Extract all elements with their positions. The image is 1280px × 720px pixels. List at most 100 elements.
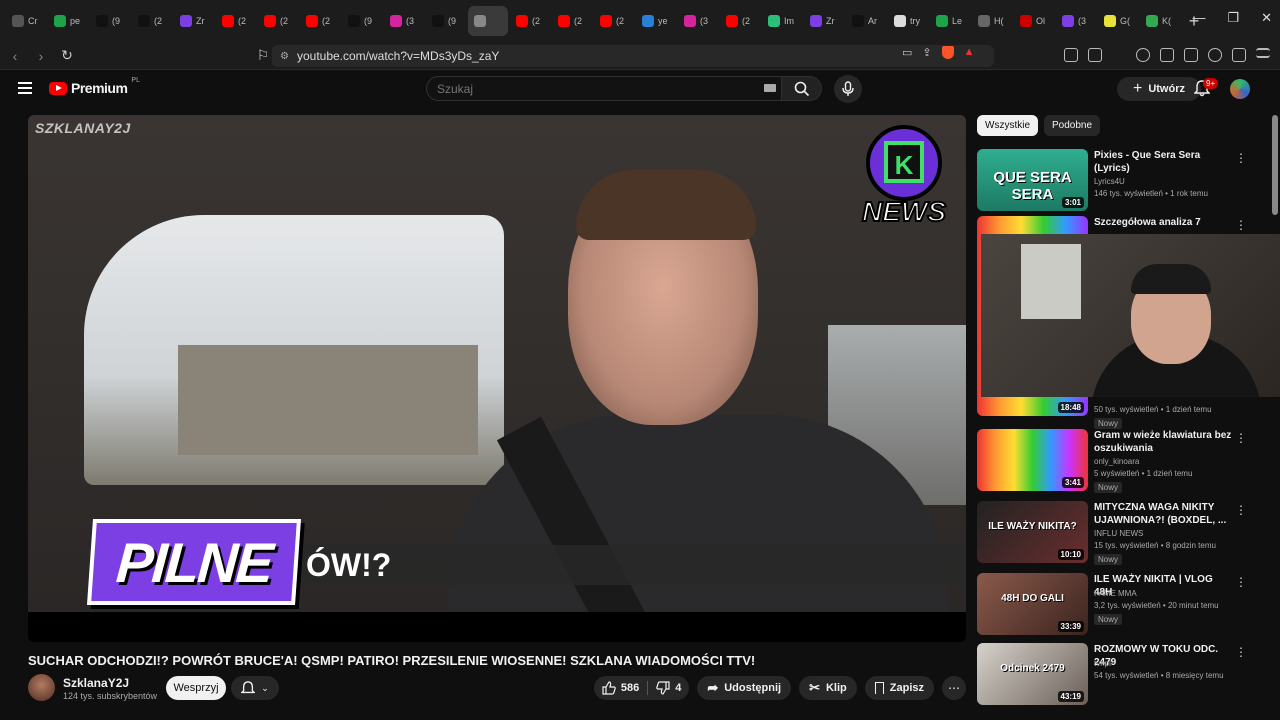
forward-button[interactable]: › bbox=[30, 48, 52, 64]
recommendation-item[interactable]: 48H DO GALI 33:39 ILE WAŻY NIKITA | VLOG 4… bbox=[977, 573, 1269, 637]
sidebar-icon[interactable] bbox=[1160, 48, 1174, 62]
maximize-button[interactable]: ❐ bbox=[1227, 10, 1239, 26]
leo-icon[interactable] bbox=[1208, 48, 1222, 62]
browser-tab[interactable]: (3 bbox=[678, 6, 718, 36]
browser-tab[interactable]: G( bbox=[1098, 6, 1138, 36]
search-input[interactable] bbox=[426, 76, 782, 101]
back-button[interactable]: ‹ bbox=[4, 48, 26, 64]
recommendation-channel[interactable]: tvnpl bbox=[1094, 658, 1111, 670]
video-player[interactable]: SZKLANAY2J K NEWS ÓW!? PILNE bbox=[28, 115, 966, 642]
site-info-icon[interactable]: ⚙ bbox=[280, 51, 289, 62]
menu-icon[interactable] bbox=[18, 82, 32, 97]
more-options-icon[interactable]: ⋮ bbox=[1235, 575, 1247, 589]
rewards-icon[interactable]: ▲ bbox=[964, 46, 975, 59]
browser-tab[interactable]: (9 bbox=[90, 6, 130, 36]
share-button[interactable]: ➦ Udostępnij bbox=[697, 676, 792, 700]
browser-tab[interactable]: (2 bbox=[720, 6, 760, 36]
wallet-icon[interactable] bbox=[1184, 48, 1198, 62]
recommendation-item[interactable]: Odcinek 2479 43:19 ROZMOWY W TOKU ODC. 247… bbox=[977, 643, 1269, 707]
browser-tab[interactable] bbox=[468, 6, 508, 36]
extension-icon[interactable] bbox=[1088, 48, 1102, 62]
sidebar-scrollbar[interactable] bbox=[1272, 115, 1278, 215]
browser-tab[interactable]: Im bbox=[762, 6, 802, 36]
browser-tab[interactable]: (9 bbox=[342, 6, 382, 36]
video-thumbnail[interactable]: Odcinek 2479 43:19 bbox=[977, 643, 1088, 705]
recommendation-channel[interactable]: INFLU NEWS bbox=[1094, 528, 1143, 540]
extension-icon[interactable] bbox=[1064, 48, 1078, 62]
svg-text:NEWS: NEWS bbox=[862, 196, 946, 227]
screenshot-icon[interactable]: ▭ bbox=[902, 46, 912, 59]
like-button[interactable]: 586 bbox=[594, 676, 647, 700]
more-options-icon[interactable]: ⋮ bbox=[1235, 151, 1247, 165]
recommendation-title[interactable]: Szczegółowa analiza 7 bbox=[1094, 216, 1232, 229]
browser-tab[interactable]: Cr bbox=[6, 6, 46, 36]
browser-tab[interactable]: (9 bbox=[426, 6, 466, 36]
address-field[interactable]: ⚙ youtube.com/watch?v=MDs3yDs_zaY bbox=[272, 45, 994, 67]
browser-tab[interactable]: (3 bbox=[1056, 6, 1096, 36]
more-actions-button[interactable]: ⋯ bbox=[942, 676, 966, 700]
browser-tab[interactable]: (2 bbox=[552, 6, 592, 36]
recommendation-item[interactable]: ILE WAŻY NIKITA? 10:10 MITYCZNA WAGA NIKIT… bbox=[977, 501, 1269, 565]
search-button[interactable] bbox=[782, 76, 822, 101]
close-window-button[interactable]: ✕ bbox=[1261, 10, 1272, 26]
browser-tab[interactable]: (2 bbox=[216, 6, 256, 36]
browser-tab[interactable]: Zr bbox=[804, 6, 844, 36]
chip-podobne[interactable]: Podobne bbox=[1044, 115, 1101, 136]
pilne-banner: PILNE bbox=[86, 519, 302, 605]
menu-icon[interactable] bbox=[1256, 48, 1270, 58]
youtube-logo[interactable]: Premium PL bbox=[49, 77, 140, 96]
channel-avatar[interactable] bbox=[28, 674, 55, 701]
browser-tab[interactable]: (2 bbox=[300, 6, 340, 36]
recommendation-item[interactable]: QUE SERA SERA 3:01 Pixies - Que Sera Sera … bbox=[977, 149, 1269, 213]
save-button[interactable]: Zapisz bbox=[864, 676, 934, 700]
browser-tab[interactable]: K( bbox=[1140, 6, 1180, 36]
tab-favicon-icon bbox=[936, 15, 948, 27]
browser-tab[interactable]: Ol bbox=[1014, 6, 1054, 36]
browser-tab[interactable]: pe bbox=[48, 6, 88, 36]
browser-tab[interactable]: (2 bbox=[132, 6, 172, 36]
browser-tab[interactable]: Le bbox=[930, 6, 970, 36]
clip-button[interactable]: ✂ Klip bbox=[799, 676, 857, 700]
chip-wszystkie[interactable]: Wszystkie bbox=[977, 115, 1038, 136]
voice-search-button[interactable] bbox=[834, 75, 862, 103]
support-button[interactable]: Wesprzyj bbox=[166, 676, 226, 700]
browser-tab[interactable]: (2 bbox=[510, 6, 550, 36]
vpn-icon[interactable] bbox=[1232, 48, 1246, 62]
bookmark-icon[interactable]: ⚐ bbox=[252, 47, 274, 64]
keyboard-icon[interactable] bbox=[764, 84, 776, 92]
video-thumbnail[interactable]: 3:41 bbox=[977, 429, 1088, 491]
more-options-icon[interactable]: ⋮ bbox=[1235, 503, 1247, 517]
subscription-bell-button[interactable]: ⌄ bbox=[231, 676, 279, 700]
browser-tab[interactable]: Ar bbox=[846, 6, 886, 36]
more-options-icon[interactable]: ⋮ bbox=[1235, 645, 1247, 659]
reload-button[interactable]: ↻ bbox=[56, 47, 78, 64]
music-icon[interactable] bbox=[1136, 48, 1150, 62]
browser-tab[interactable]: ye bbox=[636, 6, 676, 36]
more-options-icon[interactable]: ⋮ bbox=[1235, 431, 1247, 445]
browser-tab[interactable]: (2 bbox=[258, 6, 298, 36]
recommendation-title[interactable]: Gram w wieże klawiatura bez oszukiwania bbox=[1094, 429, 1232, 455]
recommendation-channel[interactable]: only_kinoara bbox=[1094, 456, 1139, 468]
browser-tab[interactable]: try bbox=[888, 6, 928, 36]
create-button[interactable]: + Utwórz bbox=[1117, 77, 1201, 101]
browser-tab[interactable]: Zr bbox=[174, 6, 214, 36]
account-avatar[interactable] bbox=[1230, 79, 1250, 99]
browser-tab[interactable]: H( bbox=[972, 6, 1012, 36]
recommendation-item[interactable]: 3:41 Gram w wieże klawiatura bez oszukiwa… bbox=[977, 429, 1269, 493]
video-thumbnail[interactable]: ILE WAŻY NIKITA? 10:10 bbox=[977, 501, 1088, 563]
recommendation-title[interactable]: ROZMOWY W TOKU ODC. 2479 bbox=[1094, 643, 1232, 669]
recommendation-channel[interactable]: Lyrics4U bbox=[1094, 176, 1125, 188]
brave-shield-icon[interactable] bbox=[941, 46, 954, 59]
more-options-icon[interactable]: ⋮ bbox=[1235, 218, 1247, 232]
minimize-button[interactable]: — bbox=[1192, 10, 1205, 26]
recommendation-title[interactable]: MITYCZNA WAGA NIKITY UJAWNIONA?! (BOXDEL… bbox=[1094, 501, 1232, 527]
share-icon[interactable]: ⇪ bbox=[922, 46, 931, 59]
video-thumbnail[interactable]: QUE SERA SERA 3:01 bbox=[977, 149, 1088, 211]
recommendation-title[interactable]: Pixies - Que Sera Sera (Lyrics) bbox=[1094, 149, 1232, 175]
recommendation-channel[interactable]: FAME MMA bbox=[1094, 588, 1137, 600]
channel-name[interactable]: SzklanaY2J bbox=[63, 676, 129, 690]
dislike-button[interactable]: 4 bbox=[648, 676, 689, 700]
browser-tab[interactable]: (2 bbox=[594, 6, 634, 36]
video-thumbnail[interactable]: 48H DO GALI 33:39 bbox=[977, 573, 1088, 635]
browser-tab[interactable]: (3 bbox=[384, 6, 424, 36]
